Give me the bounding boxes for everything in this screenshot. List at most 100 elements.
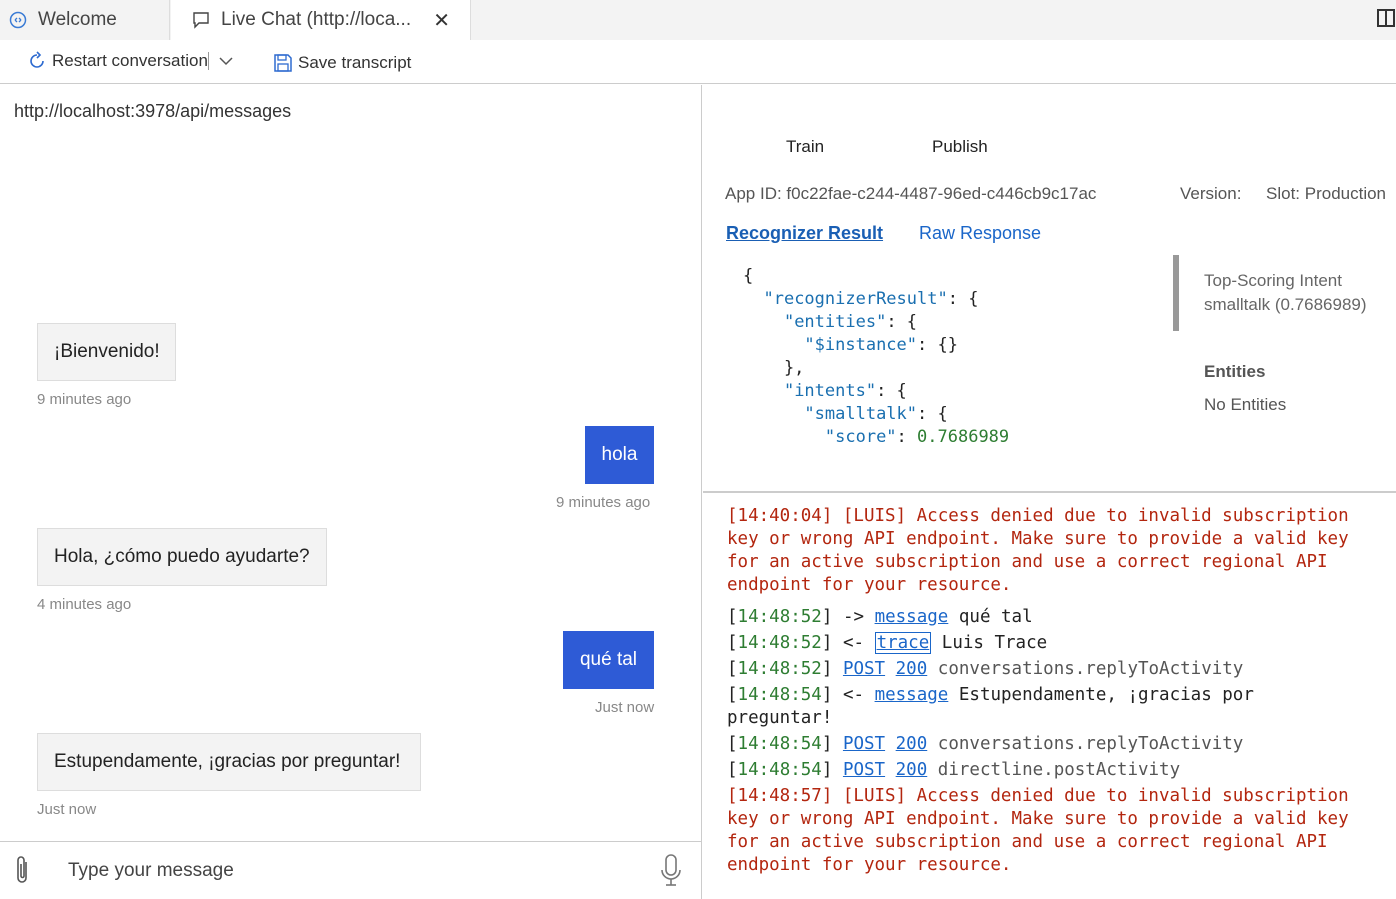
- log-text: qué tal: [958, 607, 1033, 627]
- tab-live-chat[interactable]: Live Chat (http://loca... ✕: [171, 0, 471, 40]
- log-activity-link[interactable]: message: [875, 685, 949, 705]
- log-timestamp: [14:48:52]: [727, 607, 833, 627]
- attachment-icon[interactable]: [10, 854, 34, 888]
- top-intent-title: Top-Scoring Intent: [1204, 271, 1342, 290]
- log-error-entry: [14:40:04] [LUIS] Access denied due to i…: [727, 506, 1360, 595]
- luis-inspector-panel: Train Publish App ID: f0c22fae-c244-4487…: [703, 85, 1396, 493]
- tab-welcome[interactable]: Welcome: [0, 0, 170, 40]
- log-text: Luis Trace: [941, 633, 1048, 653]
- message-timestamp: 9 minutes ago: [37, 391, 132, 408]
- log-text: conversations.replyToActivity: [937, 659, 1244, 679]
- log-time-value: 14:48:54: [737, 734, 822, 754]
- log-text: directline.postActivity: [937, 760, 1181, 780]
- message-text: Estupendamente, ¡gracias por preguntar!: [54, 751, 401, 772]
- log-direction: ->: [842, 607, 865, 627]
- tab-welcome-label: Welcome: [38, 9, 117, 30]
- log-time-value: 14:48:52: [737, 659, 822, 679]
- publish-button[interactable]: Publish: [932, 137, 988, 157]
- message-composer: [0, 841, 702, 899]
- restart-conversation-button[interactable]: Restart conversation: [26, 50, 208, 72]
- log-status-link[interactable]: 200: [896, 734, 928, 754]
- split-view-icon[interactable]: [1376, 8, 1396, 28]
- json-viewer: { "recognizerResult": { "entities": { "$…: [743, 265, 1009, 449]
- log-list: [14:40:04] [LUIS] Access denied due to i…: [727, 506, 1367, 877]
- tab-live-chat-label: Live Chat (http://loca...: [221, 9, 412, 30]
- log-timestamp: [14:48:54]: [727, 760, 833, 780]
- intent-indicator-bar: [1173, 255, 1179, 331]
- log-entry: [14:48:52] -> message qué tal: [727, 606, 1367, 629]
- log-panel: [14:40:04] [LUIS] Access denied due to i…: [703, 495, 1396, 899]
- log-direction: <-: [842, 633, 865, 653]
- log-status-link[interactable]: 200: [896, 659, 928, 679]
- message-timestamp: 9 minutes ago: [556, 494, 651, 511]
- endpoint-url: http://localhost:3978/api/messages: [14, 101, 292, 121]
- message-timestamp: Just now: [37, 801, 97, 818]
- message-text: hola: [601, 444, 638, 465]
- log-entry: [14:48:54] POST 200 directline.postActiv…: [727, 759, 1367, 782]
- save-transcript-label: Save transcript: [298, 53, 412, 72]
- json-line: "score": 0.7686989: [824, 427, 1010, 447]
- save-transcript-button[interactable]: Save transcript: [272, 52, 411, 74]
- json-line: "recognizerResult": {: [763, 289, 979, 309]
- app-id: App ID: f0c22fae-c244-4487-96ed-c446cb9c…: [725, 184, 1097, 203]
- refresh-icon: [26, 50, 48, 72]
- microphone-icon[interactable]: [658, 852, 684, 890]
- log-direction: <-: [842, 685, 865, 705]
- message-text: Hola, ¿cómo puedo ayudarte?: [54, 546, 310, 567]
- log-time-value: 14:48:52: [737, 633, 822, 653]
- tab-bar: Welcome Live Chat (http://loca... ✕: [0, 0, 1396, 40]
- log-entry: [14:48:52] <- trace Luis Trace: [727, 632, 1367, 655]
- log-timestamp: [14:48:54]: [727, 734, 833, 754]
- log-activity-link[interactable]: message: [875, 607, 949, 627]
- log-time-value: 14:48:54: [737, 760, 822, 780]
- chat-icon: [191, 10, 211, 30]
- log-method-link[interactable]: POST: [843, 659, 885, 679]
- top-scoring-intent: Top-Scoring Intent smalltalk (0.7686989): [1204, 269, 1367, 317]
- entities-value: No Entities: [1204, 395, 1287, 414]
- save-icon: [272, 52, 294, 74]
- chat-panel: http://localhost:3978/api/messages ¡Bien…: [0, 85, 702, 899]
- log-entry: [14:48:54] POST 200 conversations.replyT…: [727, 733, 1367, 756]
- log-timestamp: [14:48:52]: [727, 659, 833, 679]
- tab-raw-response[interactable]: Raw Response: [919, 223, 1041, 244]
- toolbar: Restart conversation Save transcript: [0, 40, 1396, 84]
- message-input[interactable]: [56, 852, 636, 890]
- log-time-value: 14:48:54: [737, 685, 822, 705]
- log-error-entry: [14:48:57] [LUIS] Access denied due to i…: [727, 786, 1360, 875]
- tab-recognizer-result[interactable]: Recognizer Result: [726, 223, 883, 244]
- bot-message: Hola, ¿cómo puedo ayudarte?: [37, 528, 327, 586]
- log-method-link[interactable]: POST: [843, 734, 885, 754]
- log-text: conversations.replyToActivity: [937, 734, 1244, 754]
- slot-label: Slot: Production: [1266, 184, 1387, 203]
- json-line: "smalltalk": {: [804, 404, 948, 424]
- log-timestamp: [14:48:54]: [727, 685, 833, 705]
- log-activity-link[interactable]: trace: [874, 632, 932, 654]
- log-status-link[interactable]: 200: [896, 760, 928, 780]
- log-timestamp: [14:48:52]: [727, 633, 833, 653]
- user-message: hola: [585, 426, 654, 484]
- bot-message: Estupendamente, ¡gracias por preguntar!: [37, 733, 421, 791]
- chevron-down-icon[interactable]: [218, 54, 234, 72]
- message-timestamp: 4 minutes ago: [37, 596, 132, 613]
- log-entry: [14:48:52] POST 200 conversations.replyT…: [727, 658, 1367, 681]
- bot-message: ¡Bienvenido!: [37, 323, 176, 381]
- json-line: "$instance": {}: [804, 335, 958, 355]
- restart-conversation-label: Restart conversation: [52, 51, 208, 70]
- toolbar-divider: [208, 52, 209, 70]
- close-icon[interactable]: ✕: [433, 8, 450, 33]
- message-text: qué tal: [579, 649, 638, 670]
- message-timestamp: Just now: [595, 699, 655, 716]
- json-line: "entities": {: [783, 312, 918, 332]
- json-line: "intents": {: [783, 381, 907, 401]
- version-label: Version:: [1180, 184, 1242, 203]
- log-entry: [14:48:54] <- message Estupendamente, ¡g…: [727, 684, 1367, 730]
- entities-title: Entities: [1204, 362, 1266, 381]
- bot-framework-icon: [8, 10, 28, 30]
- user-message: qué tal: [563, 631, 654, 689]
- log-method-link[interactable]: POST: [843, 760, 885, 780]
- message-text: ¡Bienvenido!: [54, 341, 160, 362]
- top-intent-value: smalltalk (0.7686989): [1204, 295, 1367, 314]
- json-line: {: [743, 266, 754, 286]
- train-button[interactable]: Train: [786, 137, 824, 157]
- json-line: },: [743, 358, 805, 378]
